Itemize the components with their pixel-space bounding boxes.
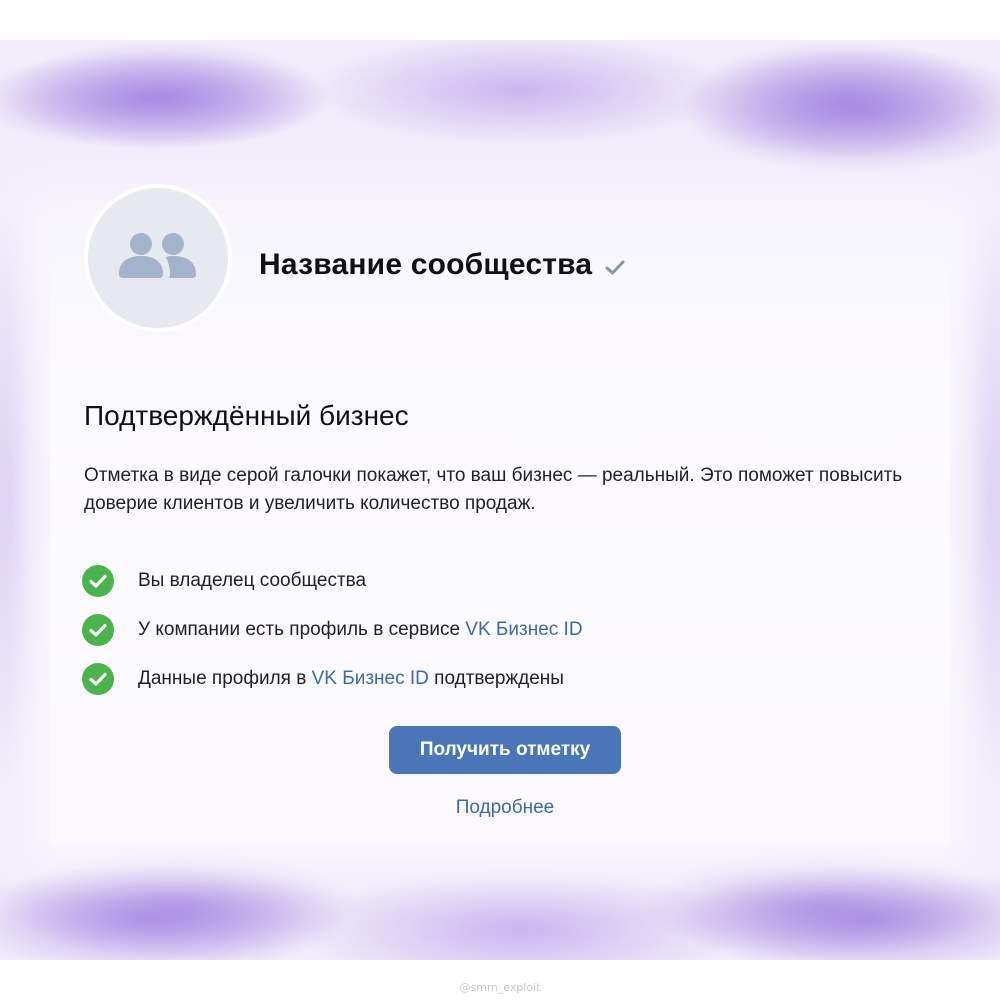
check-circle-icon <box>82 662 114 695</box>
requirement-text: Вы владелец сообщества <box>138 570 366 592</box>
watermark: @smm_exploit <box>459 981 541 994</box>
smoke-decoration <box>640 850 1000 960</box>
list-item: У компании есть профиль в сервисе VK Биз… <box>82 605 583 654</box>
requirement-text-suffix: подтверждены <box>428 667 564 689</box>
vk-business-id-link[interactable]: VK Бизнес ID <box>465 619 582 640</box>
learn-more-link[interactable]: Подробнее <box>380 797 630 819</box>
requirement-text-part: Данные профиля в <box>138 667 312 689</box>
check-circle-icon <box>82 613 114 646</box>
list-item: Вы владелец сообщества <box>82 556 583 605</box>
community-header: Название сообщества <box>259 248 628 282</box>
section-heading: Подтверждённый бизнес <box>84 400 409 431</box>
smoke-decoration <box>0 40 330 150</box>
community-avatar <box>84 184 232 332</box>
smoke-decoration <box>680 40 1000 160</box>
community-group-icon <box>119 233 196 278</box>
requirement-text-part: У компании есть профиль в сервисе <box>138 618 466 640</box>
get-badge-button[interactable]: Получить отметку <box>389 726 621 774</box>
requirements-list: Вы владелец сообщества У компании есть п… <box>82 556 583 703</box>
vk-business-id-link[interactable]: VK Бизнес ID <box>312 668 429 689</box>
verified-check-icon <box>605 260 625 275</box>
section-description: Отметка в виде серой галочки покажет, чт… <box>84 465 903 514</box>
requirement-text: Данные профиля в VK Бизнес ID подтвержде… <box>138 668 564 690</box>
requirement-text-part: Вы владелец сообщества <box>138 569 367 591</box>
list-item: Данные профиля в VK Бизнес ID подтвержде… <box>82 654 583 703</box>
community-name: Название сообщества <box>259 248 593 281</box>
canvas: Название сообщества Подтверждённый бизне… <box>0 0 1000 1000</box>
requirement-text: У компании есть профиль в сервисе VK Биз… <box>138 619 583 641</box>
smoke-decoration <box>0 850 360 960</box>
check-circle-icon <box>82 564 114 597</box>
